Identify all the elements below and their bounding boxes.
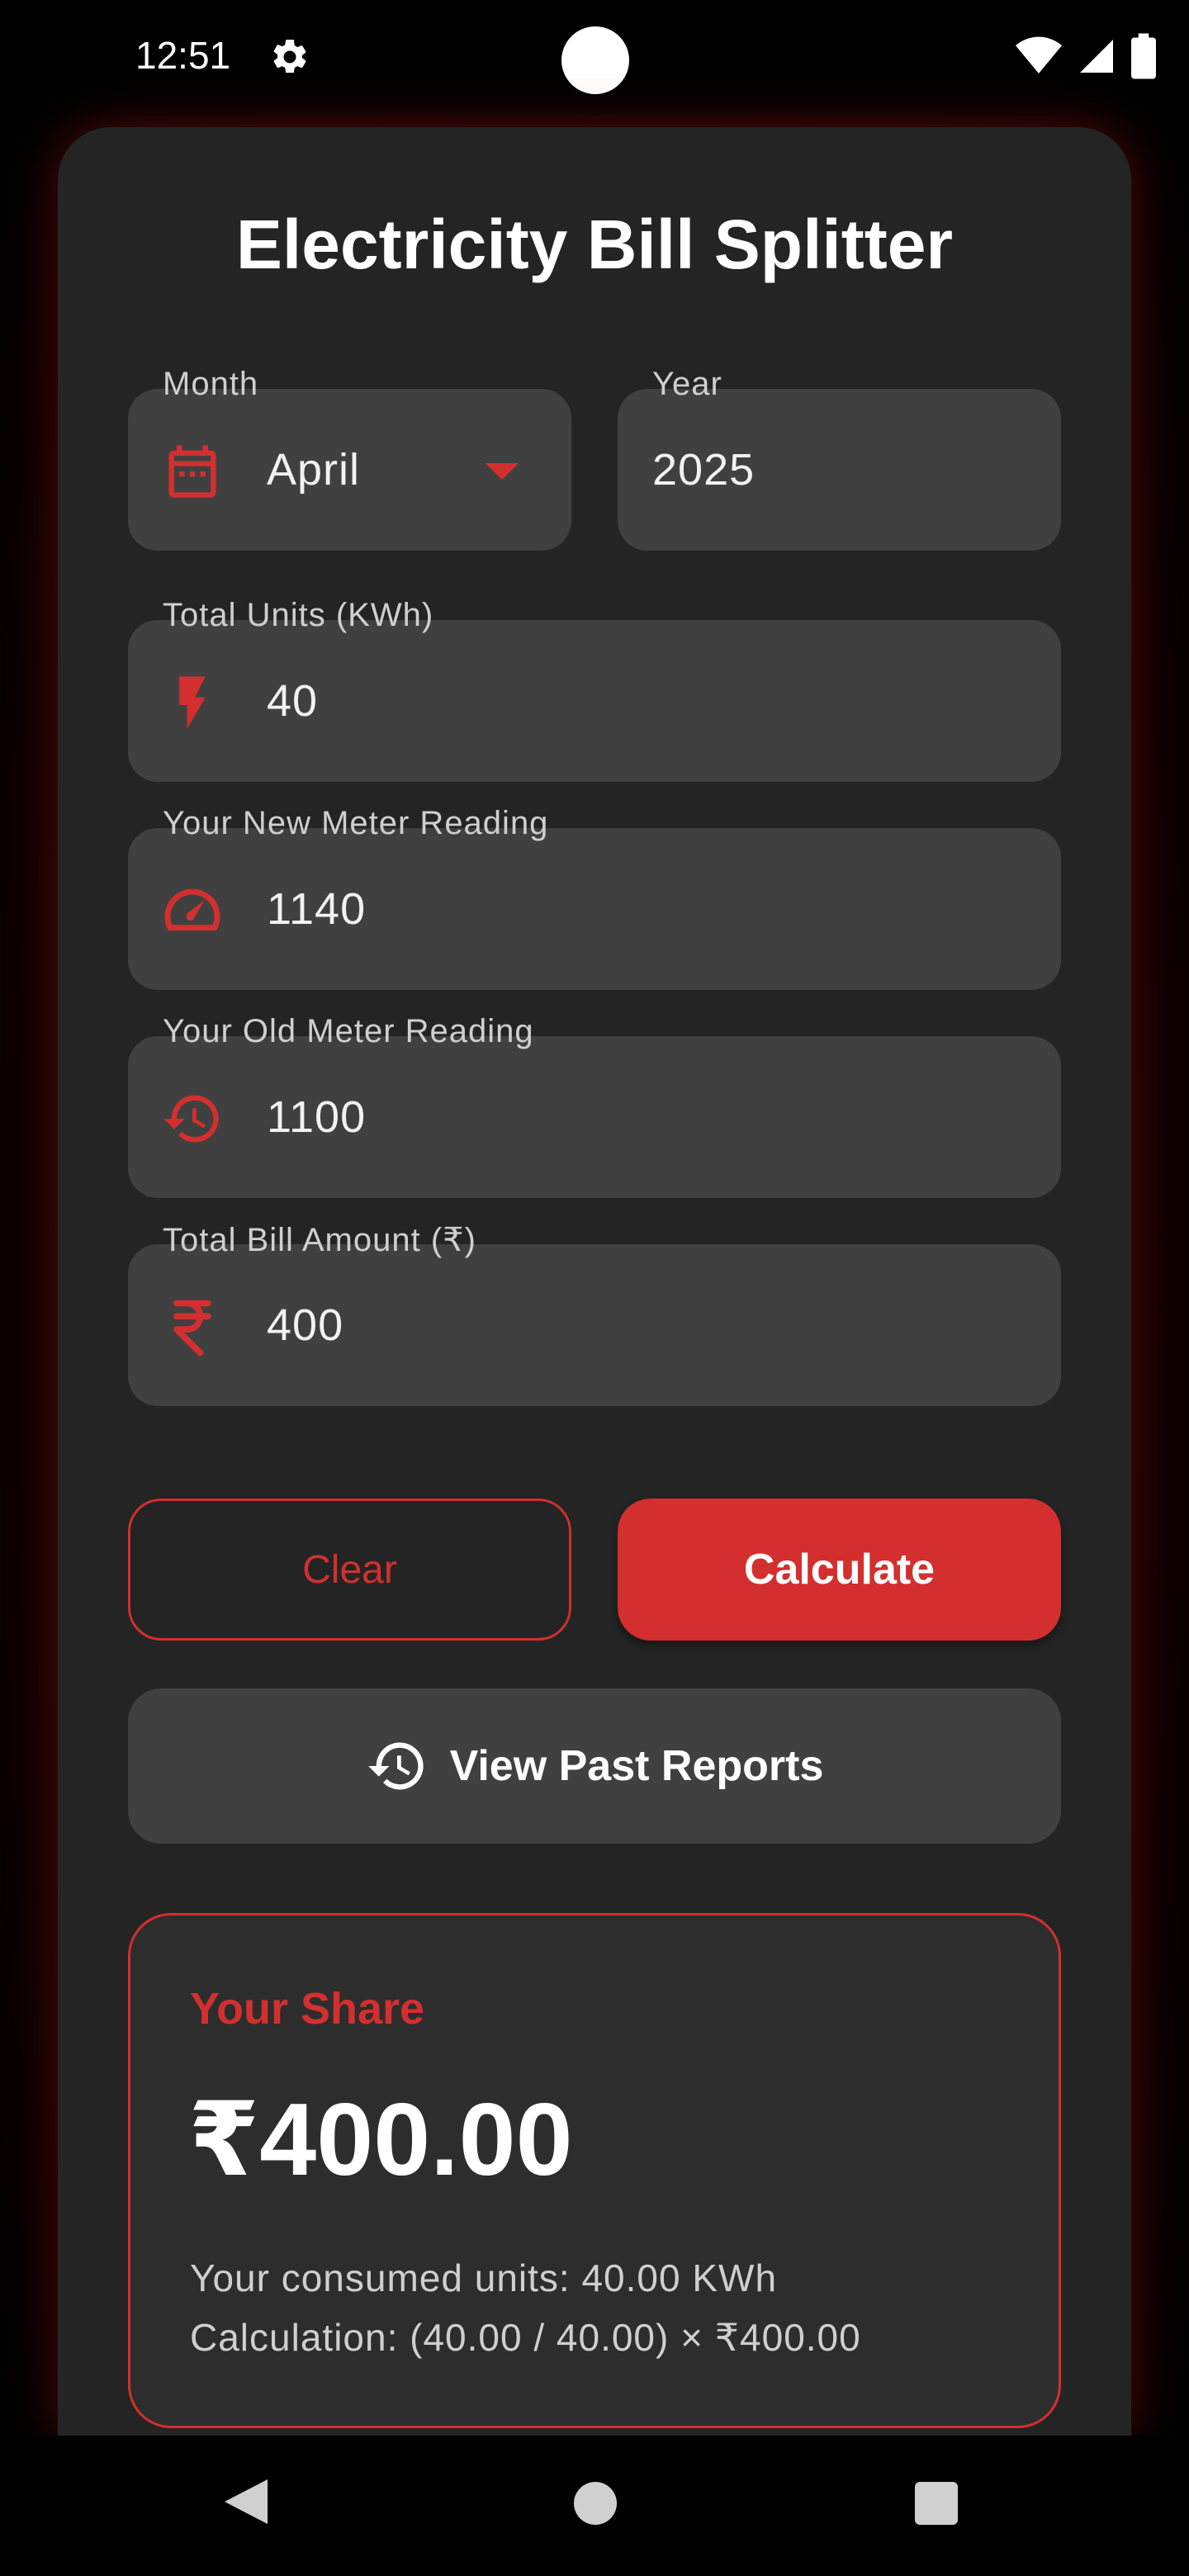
new-meter-reading-value: 1140 (267, 884, 367, 934)
calculate-button[interactable]: Calculate (618, 1499, 1061, 1641)
gear-icon (273, 40, 306, 73)
status-time: 12:51 (135, 34, 231, 77)
view-past-reports-label: View Past Reports (449, 1742, 824, 1790)
home-icon[interactable] (574, 2482, 617, 2525)
wifi-icon (1016, 36, 1062, 73)
share-result-card: Your Share ₹400.00 Your consumed units: … (128, 1913, 1061, 2428)
consumed-units-text: Your consumed units: 40.00 KWh (190, 2256, 778, 2299)
total-units-value: 40 (267, 676, 319, 726)
bill-amount-field[interactable]: Total Bill Amount (₹) 400 (128, 1222, 1061, 1406)
back-icon[interactable] (225, 2479, 268, 2524)
total-units-field[interactable]: Total Units (KWh) 40 (128, 597, 1061, 782)
bill-amount-value: 400 (267, 1300, 344, 1350)
old-meter-reading-value: 1100 (267, 1092, 367, 1142)
month-value: April (267, 445, 361, 495)
status-icons (1016, 33, 1156, 79)
share-title: Your Share (190, 1984, 425, 2034)
view-past-reports-button[interactable]: View Past Reports (128, 1688, 1061, 1844)
new-meter-reading-field[interactable]: Your New Meter Reading 1140 (128, 805, 1061, 990)
status-bar: 12:51 (0, 0, 1189, 116)
month-dropdown[interactable]: Month April (128, 366, 571, 551)
year-field[interactable]: Year 2025 (618, 366, 1061, 551)
dropdown-arrow-icon (486, 463, 519, 480)
recent-apps-icon[interactable] (915, 2482, 958, 2525)
battery-icon (1131, 33, 1156, 79)
bolt-icon (179, 676, 206, 729)
history-icon (367, 1742, 424, 1790)
calculation-text: Calculation: (40.00 / 40.00) × ₹400.00 (190, 2316, 861, 2359)
share-amount: ₹400.00 (188, 2083, 573, 2197)
cellular-signal-icon (1080, 40, 1113, 73)
navigation-bar (0, 2436, 1189, 2576)
rupee-icon (173, 1300, 211, 1357)
app-title: Electricity Bill Splitter (235, 206, 954, 283)
calendar-icon (168, 445, 216, 498)
month-label: Month (163, 366, 259, 402)
clear-button[interactable]: Clear (128, 1499, 571, 1641)
history-icon (163, 1095, 219, 1143)
old-meter-reading-field[interactable]: Your Old Meter Reading 1100 (128, 1013, 1061, 1198)
speedometer-icon (164, 888, 220, 931)
camera-cutout (561, 26, 629, 94)
year-value: 2025 (652, 445, 756, 495)
